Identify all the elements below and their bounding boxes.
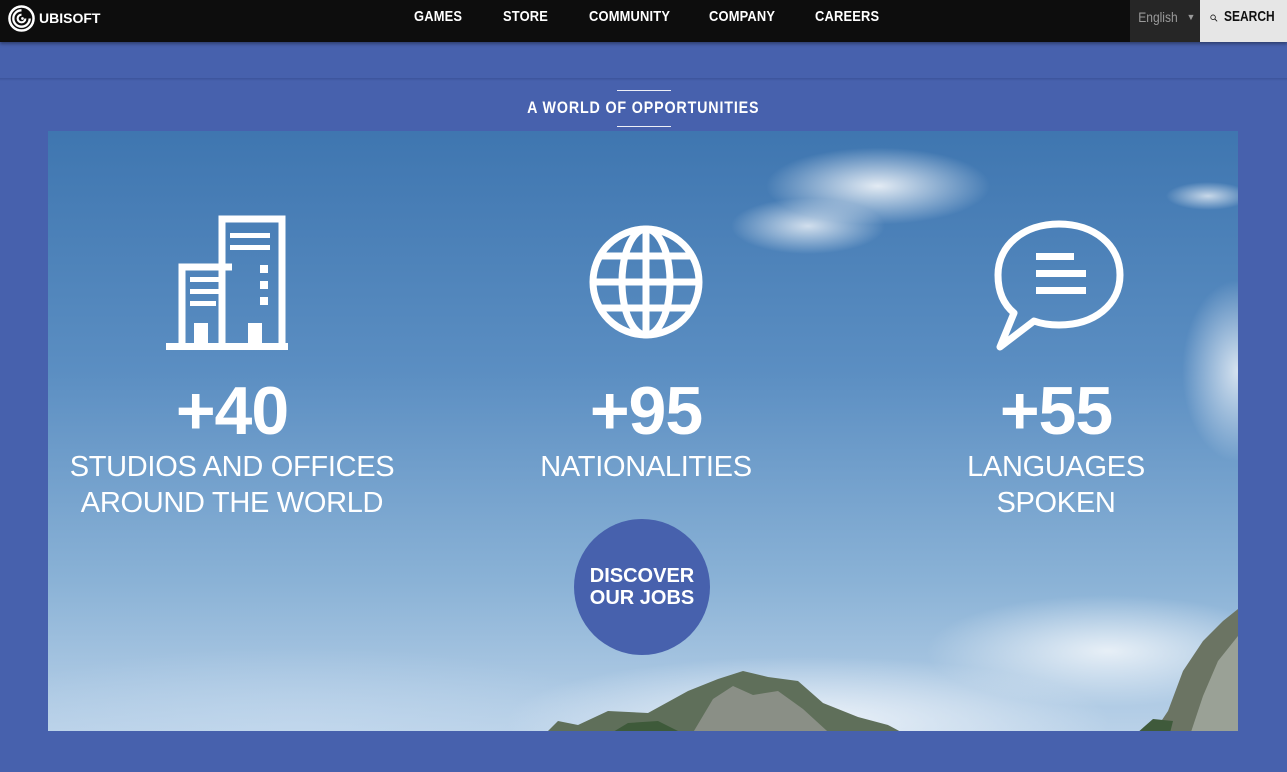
stat-label-line1: STUDIOS AND OFFICES xyxy=(69,451,395,483)
section-heading: A WORLD OF OPPORTUNITIES xyxy=(0,90,1287,127)
caret-down-icon: ▼ xyxy=(1186,12,1196,22)
divider xyxy=(0,78,1287,81)
nav-item-company[interactable]: COMPANY xyxy=(709,8,775,25)
nav-item-games[interactable]: GAMES xyxy=(414,8,462,25)
language-label: English xyxy=(1137,9,1178,25)
section-title: A WORLD OF OPPORTUNITIES xyxy=(527,98,760,117)
stat-number: +40 xyxy=(175,373,289,449)
discover-jobs-button[interactable]: DISCOVER OUR JOBS xyxy=(574,519,710,655)
opportunities-hero: +40 STUDIOS AND OFFICES AROUND THE WORLD… xyxy=(48,131,1238,731)
stat-number: +55 xyxy=(999,373,1113,449)
stat-label: LANGUAGES SPOKEN xyxy=(876,449,1236,521)
discover-jobs-label: DISCOVER OUR JOBS xyxy=(582,565,702,609)
speech-bubble-icon xyxy=(994,220,1124,351)
search-icon xyxy=(1210,14,1218,22)
globe-icon xyxy=(589,225,703,339)
main-nav: GAMES STORE COMMUNITY COMPANY CAREERS xyxy=(0,0,1287,34)
stat-label-line2: AROUND THE WORLD xyxy=(80,487,384,519)
search-button[interactable]: SEARCH xyxy=(1200,0,1287,42)
title-rule-top xyxy=(616,90,671,91)
language-selector[interactable]: English ▼ xyxy=(1130,0,1200,42)
stat-label-line2: SPOKEN xyxy=(996,487,1116,519)
stat-label: NATIONALITIES xyxy=(466,449,826,485)
nav-item-community[interactable]: COMMUNITY xyxy=(589,8,670,25)
cliff-image xyxy=(1139,609,1238,731)
search-label: SEARCH xyxy=(1223,8,1275,25)
stat-label-line1: LANGUAGES xyxy=(967,451,1145,483)
buildings-icon xyxy=(166,215,288,350)
stat-number: +95 xyxy=(589,373,703,449)
cta-line1: DISCOVER xyxy=(589,565,695,587)
stat-label: STUDIOS AND OFFICES AROUND THE WORLD xyxy=(52,449,412,521)
nav-item-careers[interactable]: CAREERS xyxy=(815,8,879,25)
title-rule-bottom xyxy=(616,126,671,127)
top-navigation-bar: UBISOFT GAMES STORE COMMUNITY COMPANY CA… xyxy=(0,0,1287,42)
mountain-image xyxy=(548,671,900,731)
stat-label-line1: NATIONALITIES xyxy=(540,451,752,483)
cta-line2: OUR JOBS xyxy=(589,587,695,609)
nav-item-store[interactable]: STORE xyxy=(503,8,548,25)
